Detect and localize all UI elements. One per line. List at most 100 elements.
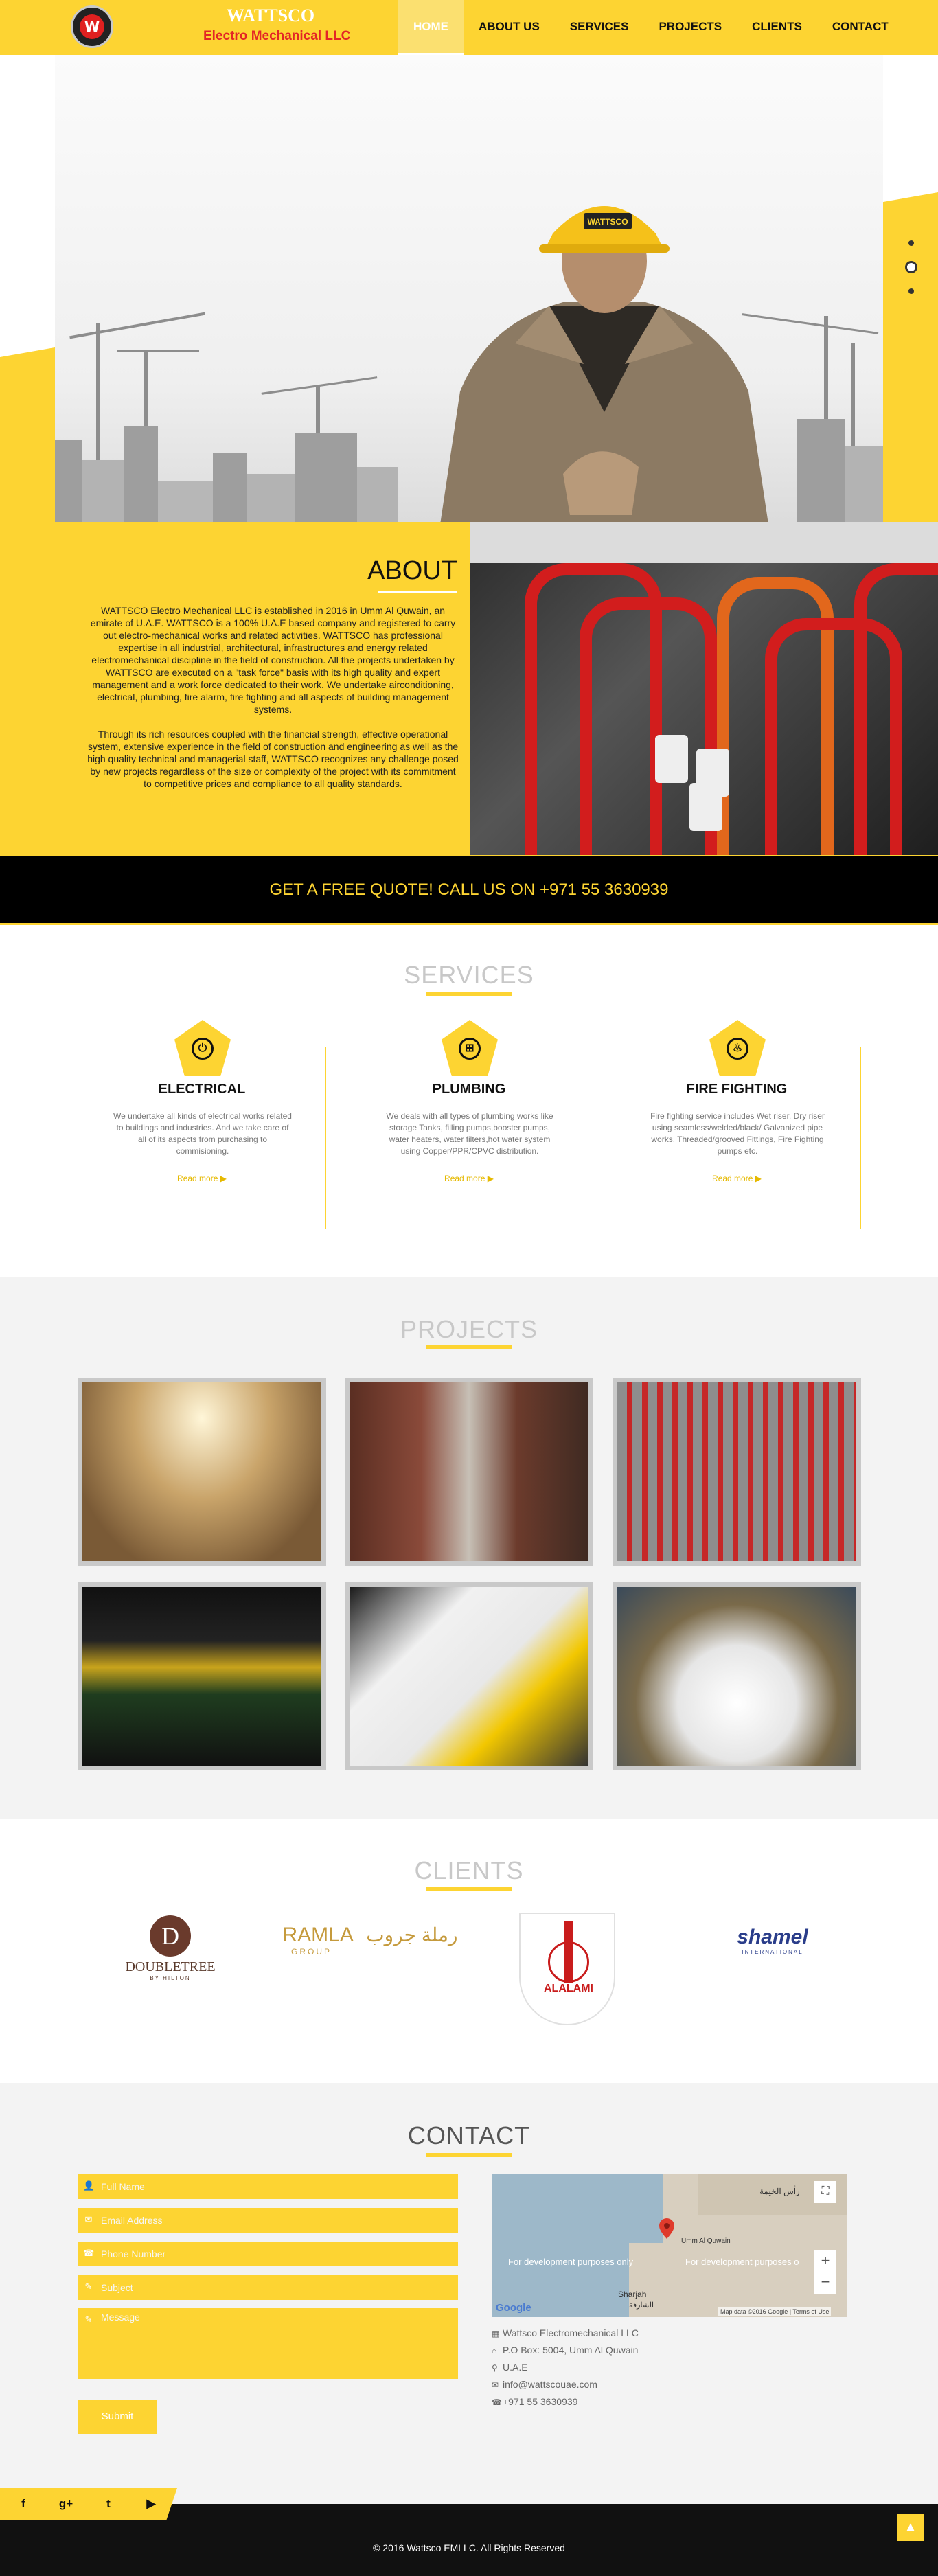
about-image-cables [470, 522, 938, 855]
service-card-plumbing[interactable]: ⊞ PLUMBING We deals with all types of pl… [345, 1020, 593, 1229]
about-paragraph-1: WATTSCO Electro Mechanical LLC is establ… [90, 605, 456, 715]
home-icon: ⌂ [492, 2346, 497, 2356]
terms-link[interactable]: Terms of Use [792, 2308, 829, 2315]
zoom-in-icon[interactable]: + [814, 2250, 836, 2272]
about-paragraph-2: Through its rich resources coupled with … [87, 729, 459, 789]
message-field[interactable]: ✎ Message [78, 2308, 458, 2379]
project-thumbnail-ballroom[interactable] [78, 1378, 326, 1566]
map-pin-icon: ⚲ [492, 2363, 498, 2373]
map-label-uaq: Umm Al Quwain [681, 2237, 731, 2245]
nav-contact[interactable]: CONTACT [817, 0, 904, 55]
copyright-text: © 2016 Wattsco EMLLC. All Rights Reserve… [373, 2542, 565, 2553]
map-label-sharjah-ar: الشارقة [629, 2301, 654, 2310]
project-thumbnail-tank[interactable] [613, 1582, 861, 1770]
project-thumbnail-plant-room[interactable] [345, 1378, 593, 1566]
clients-title-underline [426, 1887, 512, 1891]
phone-field[interactable]: ☎ Phone Number [78, 2242, 458, 2266]
clients-title: CLIENTS [414, 1856, 524, 1884]
twitter-icon[interactable]: t [95, 2488, 122, 2520]
address-line-email[interactable]: ✉ info@wattscouae.com [492, 2379, 597, 2390]
about-section: ABOUT WATTSCO Electro Mechanical LLC is … [0, 522, 938, 855]
service-name: PLUMBING [432, 1082, 506, 1097]
subject-placeholder: Subject [101, 2282, 133, 2293]
message-placeholder: Message [101, 2312, 140, 2323]
client-subname: GROUP [291, 1947, 332, 1957]
email-field[interactable]: ✉ Email Address [78, 2208, 458, 2233]
phone-icon: ☎ [83, 2248, 95, 2258]
client-name: RAMLA [282, 1924, 354, 1946]
logo-letter: W [80, 14, 104, 39]
service-description: We undertake all kinds of electrical wor… [113, 1111, 292, 1156]
map-dev-notice-left: For development purposes only [508, 2257, 634, 2267]
map-label-sharjah: Sharjah [618, 2290, 647, 2299]
contact-section: CONTACT 👤 Full Name ✉ Email Address ☎ Ph… [0, 2083, 938, 2504]
hero-slide-image: WATTSCO [55, 55, 883, 522]
youtube-icon[interactable]: ▶ [137, 2488, 165, 2520]
client-logo-alalami: ALALAMI [519, 1913, 615, 2025]
phone-icon: ☎ [492, 2397, 502, 2407]
map-pin-icon[interactable] [659, 2218, 674, 2239]
envelope-icon: ✉ [492, 2380, 499, 2390]
about-title: ABOUT [367, 556, 457, 585]
fire-extinguisher-icon: ♨ [709, 1020, 766, 1076]
slider-pagination [905, 240, 917, 309]
nav-services[interactable]: SERVICES [555, 0, 644, 55]
service-card-electrical[interactable]: ⏻ ELECTRICAL We undertake all kinds of e… [78, 1020, 326, 1229]
read-more-link[interactable]: Read more ▶ [345, 1174, 593, 1183]
map-dev-notice-right: For development purposes o [685, 2257, 799, 2267]
projects-title: PROJECTS [400, 1315, 538, 1343]
client-logo-shamel: shamel INTERNATIONAL [714, 1926, 831, 1955]
google-plus-icon[interactable]: g+ [52, 2488, 80, 2520]
facebook-icon[interactable]: f [10, 2488, 37, 2520]
plug-icon: ⏻ [174, 1020, 231, 1076]
subject-field[interactable]: ✎ Subject [78, 2275, 458, 2300]
nav-clients[interactable]: CLIENTS [737, 0, 817, 55]
submit-button[interactable]: Submit [78, 2400, 157, 2434]
scroll-to-top-button[interactable]: ▲ [897, 2514, 924, 2541]
social-bar: f g+ t ▶ [0, 2488, 177, 2520]
free-quote-banner[interactable]: GET A FREE QUOTE! CALL US ON +971 55 363… [0, 855, 938, 925]
worker-illustration: WATTSCO [440, 206, 768, 522]
brand-name: WATTSCO [227, 5, 315, 25]
service-name: FIRE FIGHTING [686, 1082, 788, 1097]
project-thumbnail-fire-pipes[interactable] [613, 1378, 861, 1566]
service-description: Fire fighting service includes Wet riser… [650, 1111, 825, 1156]
building-icon: ▦ [492, 2329, 500, 2338]
client-arabic-name: رملة جروب [366, 1924, 458, 1946]
read-more-link[interactable]: Read more ▶ [78, 1174, 325, 1183]
zoom-out-icon[interactable]: − [814, 2272, 836, 2294]
helmet-label: WATTSCO [587, 217, 628, 227]
user-icon: 👤 [83, 2180, 95, 2191]
client-name: shamel [737, 1926, 808, 1948]
full-name-placeholder: Full Name [101, 2181, 145, 2192]
slider-dot-1[interactable] [908, 240, 914, 246]
read-more-link[interactable]: Read more ▶ [613, 1174, 860, 1183]
envelope-icon: ✉ [84, 2214, 93, 2224]
services-title-underline [426, 992, 512, 996]
client-name: DOUBLETREE [125, 1959, 216, 1974]
project-thumbnail-cable-tray[interactable] [78, 1582, 326, 1770]
service-card-fire-fighting[interactable]: ♨ FIRE FIGHTING Fire fighting service in… [613, 1020, 861, 1229]
nav-home[interactable]: HOME [398, 0, 464, 55]
pencil-icon: ✎ [84, 2281, 93, 2292]
about-body: WATTSCO Electro Mechanical LLC is establ… [86, 604, 460, 802]
address-line-phone[interactable]: ☎+971 55 3630939 [492, 2396, 577, 2407]
map-label-ras: رأس الخيمة [759, 2187, 800, 2196]
slider-dot-2-active[interactable] [905, 261, 917, 273]
main-nav: HOME ABOUT US SERVICES PROJECTS CLIENTS … [398, 0, 904, 55]
nav-projects[interactable]: PROJECTS [643, 0, 737, 55]
about-text-panel: ABOUT WATTSCO Electro Mechanical LLC is … [0, 522, 470, 855]
nav-about-us[interactable]: ABOUT US [464, 0, 555, 55]
full-name-field[interactable]: 👤 Full Name [78, 2174, 458, 2199]
fullscreen-icon[interactable]: ⛶ [814, 2181, 836, 2203]
logo-icon[interactable]: W [71, 5, 113, 48]
page: WATTSCO W WATTSCO Electro Mechanical LLC… [0, 0, 938, 2576]
project-thumbnail-multimeter[interactable] [345, 1582, 593, 1770]
address-line-company: ▦ Wattsco Electromechanical LLC [492, 2327, 639, 2338]
projects-section: PROJECTS [0, 1277, 938, 1819]
slider-dot-3[interactable] [908, 288, 914, 294]
google-map[interactable]: رأس الخيمة Umm Al Quwain Sharjah الشارقة… [492, 2174, 847, 2317]
site-header: W WATTSCO Electro Mechanical LLC HOME AB… [0, 0, 938, 55]
map-attribution: Map data ©2016 Google | Terms of Use [718, 2307, 832, 2316]
client-name: ALALAMI [544, 1983, 593, 1994]
